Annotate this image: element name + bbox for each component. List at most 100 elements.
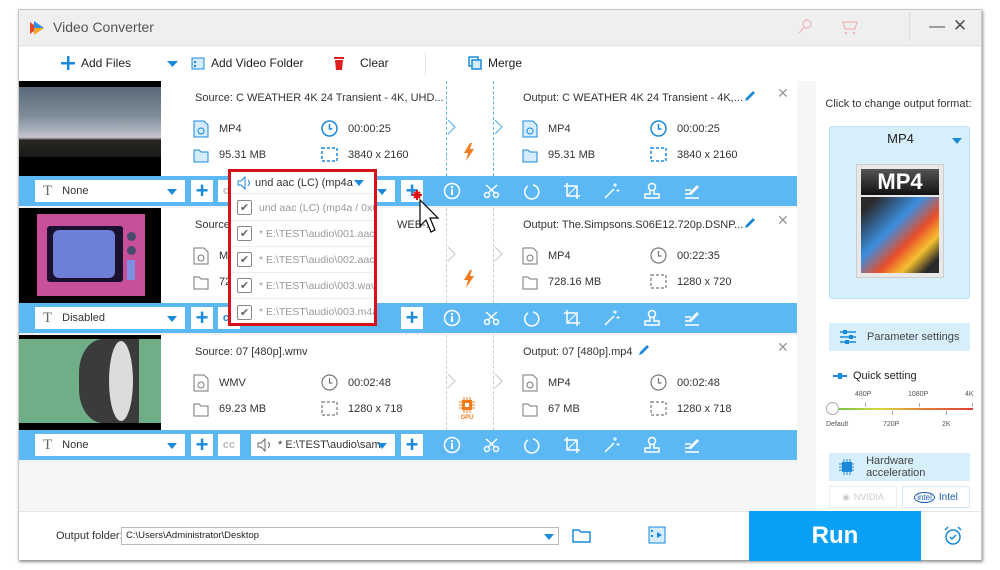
plus-icon: +	[195, 432, 209, 457]
audio-track-option[interactable]: ✔ * E:\TEST\audio\001.aac	[231, 221, 374, 247]
intel-button[interactable]: intel Intel	[902, 486, 970, 508]
chevron-down-icon	[167, 189, 177, 195]
subtitle-select[interactable]: T None	[35, 180, 185, 202]
speaker-icon	[237, 175, 250, 190]
quality-label: 4K	[965, 391, 974, 398]
source-size: 95.31 MB	[193, 147, 266, 163]
hardware-acceleration-button[interactable]: Hardware acceleration	[829, 453, 970, 481]
folder-open-icon[interactable]	[572, 528, 592, 543]
subtitle-select[interactable]: T Disabled	[35, 307, 185, 329]
video-thumbnail[interactable]	[19, 208, 161, 303]
checkbox-checked-icon[interactable]: ✔	[237, 304, 252, 320]
subtitle-settings-button[interactable]: cc	[218, 434, 240, 456]
effects-wand-icon[interactable]	[603, 309, 643, 327]
add-files-dropdown-icon[interactable]	[167, 61, 178, 68]
format-thumbnail: MP4	[856, 164, 944, 278]
parameter-settings-button[interactable]: Parameter settings	[829, 323, 970, 351]
audio-track-dropdown[interactable]: und aac (LC) (mp4a ✔ und aac (LC) (mp4a /…	[228, 169, 377, 326]
slider-handle[interactable]	[826, 402, 839, 415]
minimize-button[interactable]: —	[928, 18, 946, 36]
add-audio-button[interactable]: +	[401, 434, 423, 456]
open-output-video-icon[interactable]	[648, 526, 666, 544]
nvidia-button[interactable]: ◉ NVIDIA	[829, 486, 897, 508]
audio-track-select[interactable]: * E:\TEST\audio\sam	[251, 434, 395, 456]
video-file-icon	[522, 374, 538, 392]
clock-icon	[650, 374, 667, 391]
remove-item-button[interactable]: ✕	[777, 85, 789, 102]
close-window-button[interactable]: ✕	[951, 16, 969, 36]
rotate-icon[interactable]	[523, 309, 563, 327]
info-icon[interactable]	[443, 182, 483, 200]
merge-button[interactable]: Merge	[468, 56, 522, 70]
add-audio-button[interactable]: +	[401, 307, 423, 329]
quality-slider[interactable]: 480P 1080P 4K Default 720P 2K	[826, 389, 976, 431]
output-folder-input[interactable]: C:\Users\Administrator\Desktop	[121, 527, 559, 545]
video-thumbnail[interactable]	[19, 81, 161, 176]
scissors-icon[interactable]	[483, 436, 523, 454]
scissors-icon[interactable]	[483, 182, 523, 200]
metadata-edit-icon[interactable]	[683, 182, 723, 200]
output-size: 67 MB	[522, 401, 580, 417]
arrow-icon	[447, 119, 456, 135]
audio-track-option[interactable]: ✔ * E:\TEST\audio\003.m4a	[231, 299, 374, 325]
checkbox-checked-icon[interactable]: ✔	[237, 278, 252, 293]
add-subtitle-button[interactable]: +	[191, 180, 213, 202]
rotate-icon[interactable]	[523, 182, 563, 200]
alarm-clock-icon[interactable]	[943, 526, 963, 546]
add-subtitle-button[interactable]: +	[191, 434, 213, 456]
clock-icon	[650, 120, 667, 137]
checkbox-checked-icon[interactable]: ✔	[237, 226, 252, 241]
edit-pen-icon[interactable]	[637, 344, 650, 357]
output-resolution: 3840 x 2160	[650, 147, 738, 162]
effects-wand-icon[interactable]	[603, 436, 643, 454]
info-icon[interactable]	[443, 309, 483, 327]
rotate-icon[interactable]	[523, 436, 563, 454]
watermark-stamp-icon[interactable]	[643, 182, 683, 200]
metadata-edit-icon[interactable]	[683, 309, 723, 327]
crop-icon[interactable]	[563, 182, 603, 200]
remove-item-button[interactable]: ✕	[777, 339, 789, 356]
checkbox-checked-icon[interactable]: ✔	[237, 200, 252, 215]
metadata-edit-icon[interactable]	[683, 436, 723, 454]
subtitle-select[interactable]: T None	[35, 434, 185, 456]
output-format-selector[interactable]: MP4 MP4	[829, 126, 970, 299]
info-icon[interactable]	[443, 436, 483, 454]
effects-wand-icon[interactable]	[603, 182, 643, 200]
audio-track-select-open[interactable]: und aac (LC) (mp4a	[231, 172, 374, 194]
video-file-icon	[522, 247, 538, 265]
watermark-stamp-icon[interactable]	[643, 436, 683, 454]
crop-icon[interactable]	[563, 436, 603, 454]
add-subtitle-button[interactable]: +	[191, 307, 213, 329]
source-format: WMV	[193, 374, 246, 392]
watermark-stamp-icon[interactable]	[643, 309, 683, 327]
merge-label: Merge	[488, 56, 523, 70]
video-thumbnail[interactable]	[19, 335, 161, 430]
cart-icon[interactable]	[841, 18, 859, 36]
add-video-folder-button[interactable]: Add Video Folder	[191, 56, 304, 70]
resolution-icon	[650, 147, 667, 162]
key-icon[interactable]	[796, 18, 814, 36]
quality-label: 480P	[855, 391, 872, 398]
lightning-icon	[464, 270, 474, 288]
slider-track[interactable]	[833, 408, 973, 410]
audio-track-option[interactable]: ✔ * E:\TEST\audio\002.aac	[231, 247, 374, 273]
chip-icon	[839, 459, 855, 475]
checkbox-checked-icon[interactable]: ✔	[237, 252, 252, 267]
arrow-icon	[494, 119, 503, 135]
edit-pen-icon[interactable]	[743, 217, 756, 230]
file-item: Source: 07 [480p].wmv WMV 00:02:48 69.23…	[19, 335, 797, 460]
output-format: MP4	[522, 247, 571, 265]
folder-icon	[522, 276, 538, 290]
edit-pen-icon[interactable]	[743, 90, 756, 103]
run-button[interactable]: Run	[749, 511, 921, 561]
clear-button[interactable]: Clear	[332, 56, 389, 70]
mouse-cursor-icon	[412, 190, 440, 233]
scissors-icon[interactable]	[483, 309, 523, 327]
audio-track-option[interactable]: ✔ * E:\TEST\audio\003.wav	[231, 273, 374, 299]
crop-icon[interactable]	[563, 309, 603, 327]
add-files-button[interactable]: Add Files	[61, 56, 131, 70]
output-duration: 00:02:48	[650, 374, 720, 391]
chevron-down-icon[interactable]	[544, 534, 554, 540]
remove-item-button[interactable]: ✕	[777, 212, 789, 229]
audio-track-option[interactable]: ✔ und aac (LC) (mp4a / 0x6	[231, 195, 374, 221]
